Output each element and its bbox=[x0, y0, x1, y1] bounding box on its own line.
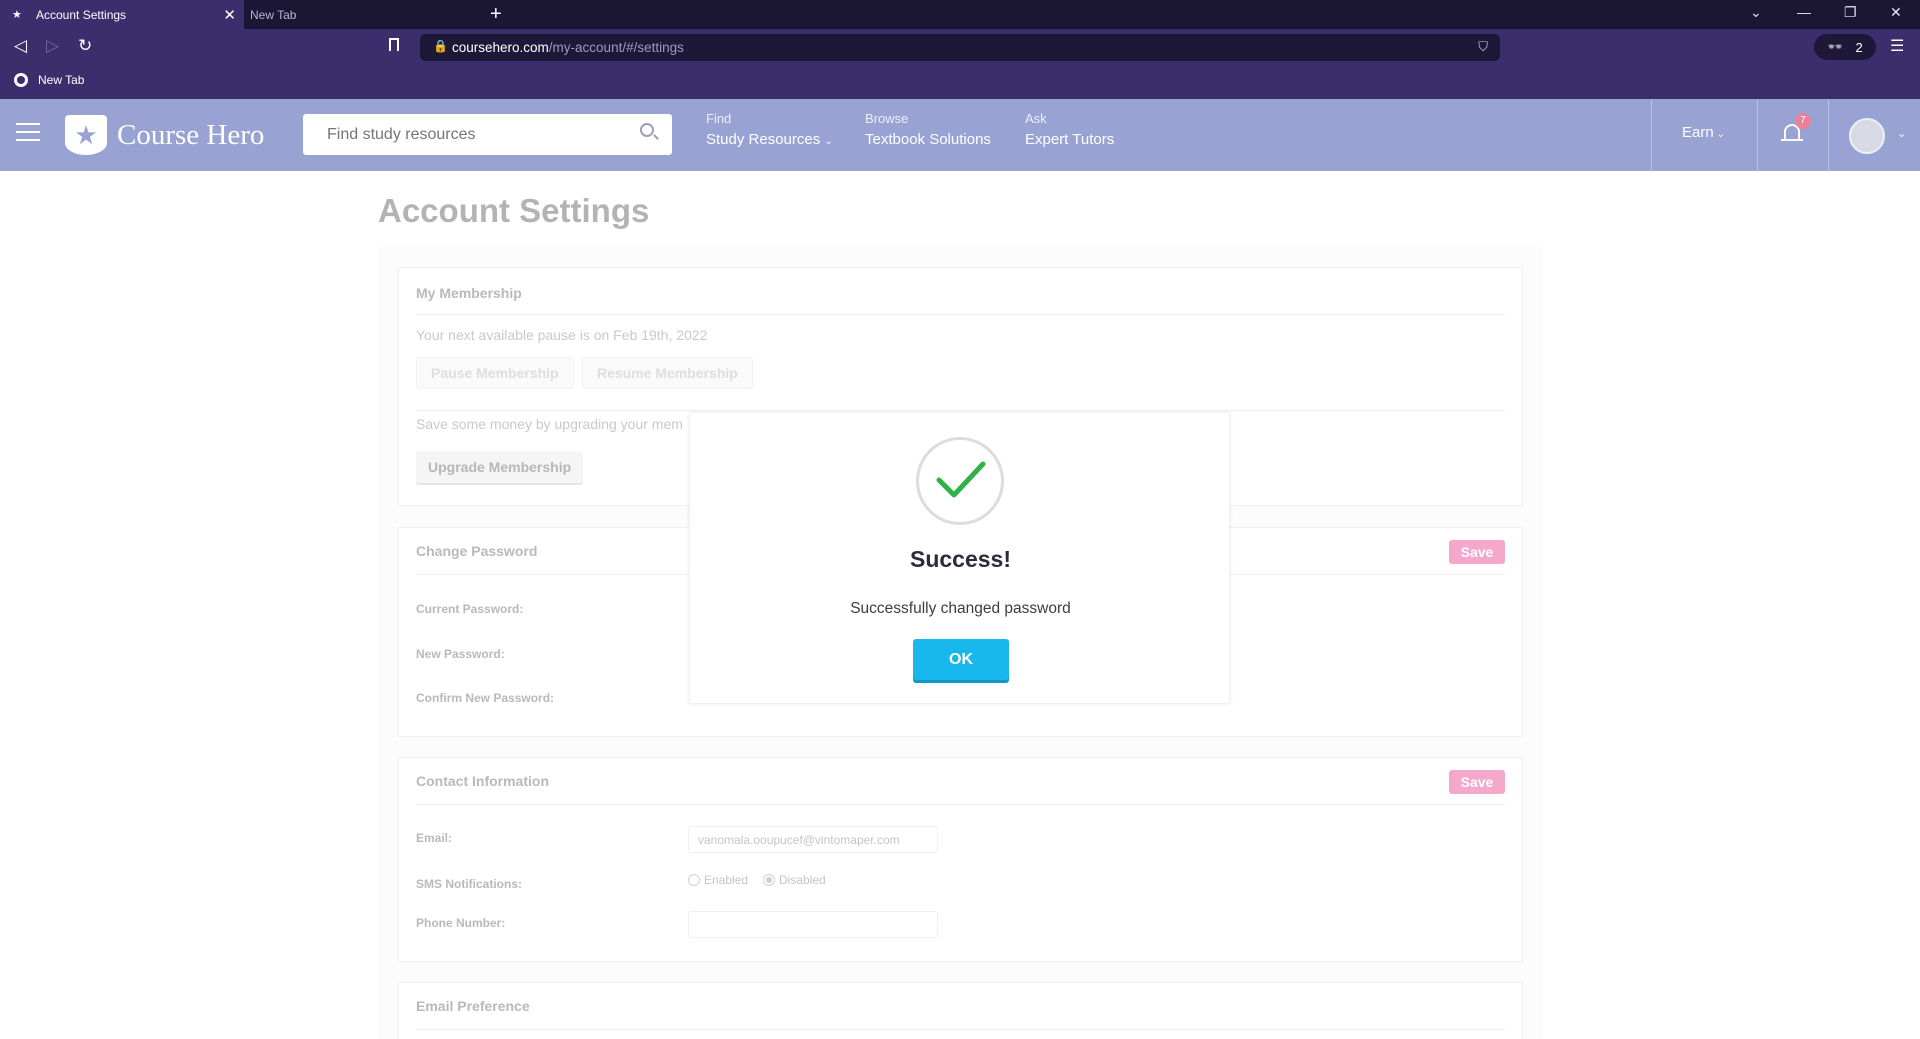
bookmark-icon[interactable] bbox=[389, 38, 399, 51]
ok-button[interactable]: OK bbox=[913, 639, 1009, 680]
card-title: Email Preference bbox=[416, 998, 530, 1014]
nav-study-resources[interactable]: Find Study Resources ⌄ bbox=[706, 111, 833, 148]
page-title: Account Settings bbox=[378, 192, 650, 229]
bookmark-new-tab[interactable]: New Tab bbox=[14, 73, 84, 87]
back-icon[interactable]: ◁ bbox=[14, 36, 27, 56]
plus-icon[interactable]: + bbox=[490, 3, 502, 26]
hamburger-menu-icon[interactable] bbox=[16, 123, 40, 141]
reload-icon[interactable]: ↻ bbox=[78, 36, 92, 56]
contact-info-card: Contact Information Save Email: vanomala… bbox=[398, 757, 1523, 962]
site-header: ★ Course Hero Find Study Resources ⌄ Bro… bbox=[0, 99, 1920, 171]
modal-message: Successfully changed password bbox=[850, 600, 1071, 617]
close-icon[interactable]: ✕ bbox=[223, 6, 236, 24]
chevron-down-icon: ⌄ bbox=[1713, 129, 1725, 140]
brand-name: Course Hero bbox=[117, 118, 265, 151]
nav-big-label: Study Resources bbox=[706, 131, 821, 148]
email-field[interactable]: vanomala.ooupucef@vintomaper.com bbox=[688, 826, 938, 853]
email-label: Email: bbox=[416, 831, 453, 845]
email-preference-card: Email Preference bbox=[398, 982, 1523, 1039]
phone-label: Phone Number: bbox=[416, 916, 506, 930]
search-icon[interactable] bbox=[640, 123, 654, 137]
restore-icon[interactable]: ❐ bbox=[1844, 4, 1857, 21]
extension-count: 2 bbox=[1855, 39, 1863, 55]
sms-disabled-radio[interactable]: Disabled bbox=[763, 873, 826, 887]
forward-icon[interactable]: ▷ bbox=[46, 36, 59, 56]
confirm-password-label: Confirm New Password: bbox=[416, 691, 555, 705]
browser-tabstrip: ★ Account Settings ✕ New Tab + ⌄ — ❐ ✕ bbox=[0, 0, 1920, 29]
nav-small-label: Browse bbox=[865, 111, 909, 126]
save-button[interactable]: Save bbox=[1449, 770, 1505, 794]
glasses-icon: 👓 bbox=[1827, 39, 1844, 54]
globe-icon bbox=[14, 73, 28, 87]
search-input[interactable] bbox=[303, 114, 672, 155]
card-title: My Membership bbox=[416, 285, 522, 301]
sms-enabled-radio[interactable]: Enabled bbox=[688, 873, 748, 887]
bookmark-label: New Tab bbox=[38, 73, 85, 87]
success-modal: Success! Successfully changed password O… bbox=[689, 412, 1230, 704]
new-password-label: New Password: bbox=[416, 647, 505, 661]
nav-big-label: Expert Tutors bbox=[1025, 131, 1115, 148]
pause-note: Your next available pause is on Feb 19th… bbox=[416, 327, 708, 343]
phone-field[interactable] bbox=[688, 911, 938, 938]
shield-icon[interactable]: ⛉ bbox=[1478, 39, 1488, 55]
divider bbox=[416, 1029, 1505, 1030]
pause-membership-button[interactable]: Pause Membership bbox=[416, 357, 574, 389]
radio-selected-icon bbox=[763, 874, 775, 886]
radio-label: Enabled bbox=[704, 873, 749, 887]
modal-title: Success! bbox=[909, 546, 1011, 572]
upgrade-note: Save some money by upgrading your mem bbox=[416, 416, 683, 432]
sms-label: SMS Notifications: bbox=[416, 877, 523, 891]
check-icon bbox=[936, 461, 986, 498]
tab-label: Account Settings bbox=[36, 7, 127, 22]
nav-expert-tutors[interactable]: Ask Expert Tutors bbox=[1025, 111, 1114, 148]
notification-badge: 7 bbox=[1795, 113, 1811, 129]
tab-new-tab[interactable]: New Tab bbox=[244, 0, 484, 29]
address-bar[interactable]: 🔒 coursehero.com/my-account/#/settings ⛉ bbox=[420, 34, 1500, 61]
nav-small-label: Find bbox=[706, 111, 732, 126]
minimize-icon[interactable]: — bbox=[1797, 4, 1811, 20]
tab-label: New Tab bbox=[250, 7, 297, 22]
header-divider bbox=[1651, 99, 1652, 171]
nav-big-label: Textbook Solutions bbox=[865, 131, 991, 148]
card-title: Contact Information bbox=[416, 773, 549, 789]
tab-account-settings[interactable]: ★ Account Settings ✕ bbox=[0, 0, 244, 29]
tab-search-icon[interactable]: ⌄ bbox=[1750, 4, 1762, 21]
window-close-icon[interactable]: ✕ bbox=[1890, 4, 1902, 21]
divider bbox=[416, 410, 1505, 411]
earn-label: Earn bbox=[1682, 124, 1714, 141]
current-password-label: Current Password: bbox=[416, 602, 524, 616]
divider bbox=[416, 804, 1505, 805]
upgrade-membership-button[interactable]: Upgrade Membership bbox=[416, 451, 584, 483]
header-divider bbox=[1757, 99, 1758, 171]
menu-icon[interactable]: ☰ bbox=[1890, 36, 1904, 56]
save-button[interactable]: Save bbox=[1449, 540, 1505, 564]
chevron-down-icon[interactable]: ⌄ bbox=[1897, 127, 1906, 140]
nav-textbook-solutions[interactable]: Browse Textbook Solutions bbox=[865, 111, 991, 148]
radio-label: Disabled bbox=[779, 873, 826, 887]
star-icon: ★ bbox=[12, 9, 22, 21]
card-title: Change Password bbox=[416, 543, 538, 559]
divider bbox=[416, 314, 1505, 315]
address-domain: coursehero.com bbox=[452, 40, 549, 55]
success-check-circle bbox=[916, 437, 1004, 525]
chevron-down-icon: ⌄ bbox=[824, 136, 833, 147]
earn-menu[interactable]: Earn ⌄ bbox=[1682, 124, 1725, 141]
header-divider bbox=[1828, 99, 1829, 171]
brand-logo[interactable]: ★ Course Hero bbox=[65, 115, 264, 155]
browser-toolbar: ◁ ▷ ↻ 🔒 coursehero.com/my-account/#/sett… bbox=[0, 29, 1920, 66]
avatar[interactable] bbox=[1849, 118, 1885, 154]
radio-icon bbox=[688, 874, 700, 886]
address-path: /my-account/#/settings bbox=[548, 40, 684, 55]
bookmarks-bar: New Tab bbox=[0, 66, 1920, 99]
star-shield-icon: ★ bbox=[65, 115, 107, 155]
lock-icon: 🔒 bbox=[433, 39, 448, 53]
extension-pill[interactable]: 👓 2 bbox=[1814, 34, 1876, 60]
nav-small-label: Ask bbox=[1025, 111, 1047, 126]
resume-membership-button[interactable]: Resume Membership bbox=[582, 357, 753, 389]
